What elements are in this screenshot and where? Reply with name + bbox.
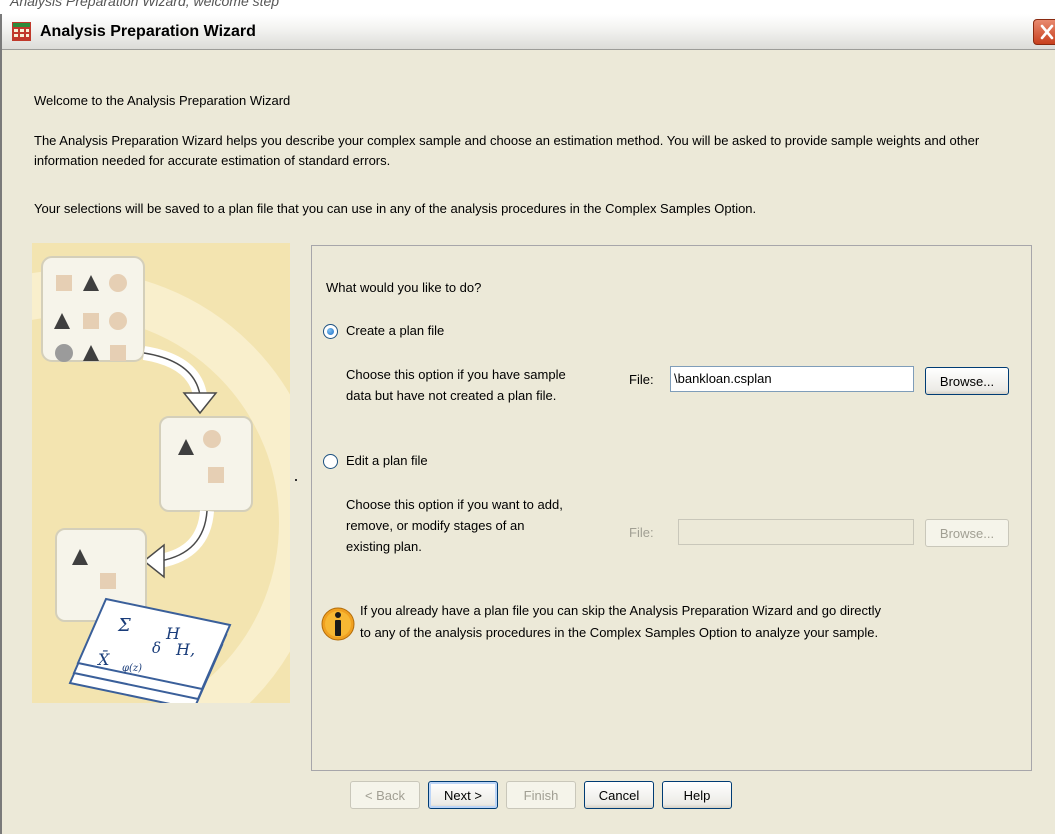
edit-plan-browse-button[interactable]: Browse... (925, 519, 1009, 547)
cancel-button[interactable]: Cancel (584, 781, 654, 809)
window-title: Analysis Preparation Wizard (40, 23, 256, 40)
create-plan-browse-button[interactable]: Browse... (925, 367, 1009, 395)
back-button[interactable]: < Back (350, 781, 420, 809)
close-icon (1040, 24, 1054, 40)
svg-text:φ(z): φ(z) (122, 663, 142, 674)
edit-plan-help-line: Choose this option if you want to add, (346, 497, 563, 512)
welcome-text: Welcome to the Analysis Preparation Wiza… (34, 93, 291, 108)
title-bar[interactable]: Analysis Preparation Wizard (2, 14, 1055, 50)
svg-text:X̄: X̄ (96, 648, 110, 669)
svg-text:Σ: Σ (117, 615, 131, 636)
wizard-illustration-graphic: Σ H δ H, X̄ φ(z) (32, 256, 290, 703)
spreadsheet-grid-icon (12, 22, 31, 41)
options-panel: What would you like to do? Create a plan… (311, 245, 1032, 771)
create-plan-help-line: Choose this option if you have sample (346, 367, 566, 382)
create-plan-label[interactable]: Create a plan file (346, 323, 444, 338)
create-plan-help-line: data but have not created a plan file. (346, 388, 557, 403)
edit-plan-help-line: remove, or modify stages of an (346, 518, 525, 533)
svg-text:H,: H, (175, 640, 195, 659)
edit-plan-radio[interactable] (323, 454, 338, 469)
info-note: If you already have a plan file you can … (360, 600, 881, 644)
question-label: What would you like to do? (326, 280, 482, 295)
edit-plan-label[interactable]: Edit a plan file (346, 453, 428, 468)
info-icon (321, 607, 355, 641)
create-plan-radio[interactable] (323, 324, 338, 339)
next-button[interactable]: Next > (428, 781, 498, 809)
plan-note-text: Your selections will be saved to a plan … (34, 201, 757, 216)
close-button[interactable] (1033, 19, 1055, 45)
create-plan-file-label: File: (629, 372, 654, 387)
help-button[interactable]: Help (662, 781, 732, 809)
finish-button[interactable]: Finish (506, 781, 576, 809)
wizard-illustration: Σ H δ H, X̄ φ(z) (32, 243, 290, 703)
divider-dot (295, 479, 297, 481)
edit-plan-file-label: File: (629, 525, 654, 540)
description-text: The Analysis Preparation Wizard helps yo… (34, 133, 980, 168)
info-note-line: If you already have a plan file you can … (360, 603, 882, 618)
info-note-line: to any of the analysis procedures in the… (360, 625, 879, 640)
edit-plan-help: Choose this option if you want to add, r… (346, 494, 563, 557)
edit-plan-help-line: existing plan. (346, 539, 422, 554)
page-caption: Analysis Preparation Wizard, welcome ste… (10, 0, 280, 9)
svg-text:δ: δ (152, 639, 161, 657)
create-plan-file-field[interactable]: \bankloan.csplan (670, 366, 914, 392)
create-plan-help: Choose this option if you have sample da… (346, 364, 566, 406)
edit-plan-file-field[interactable] (678, 519, 914, 545)
wizard-window: Analysis Preparation Wizard Welcome to t… (0, 14, 1055, 834)
